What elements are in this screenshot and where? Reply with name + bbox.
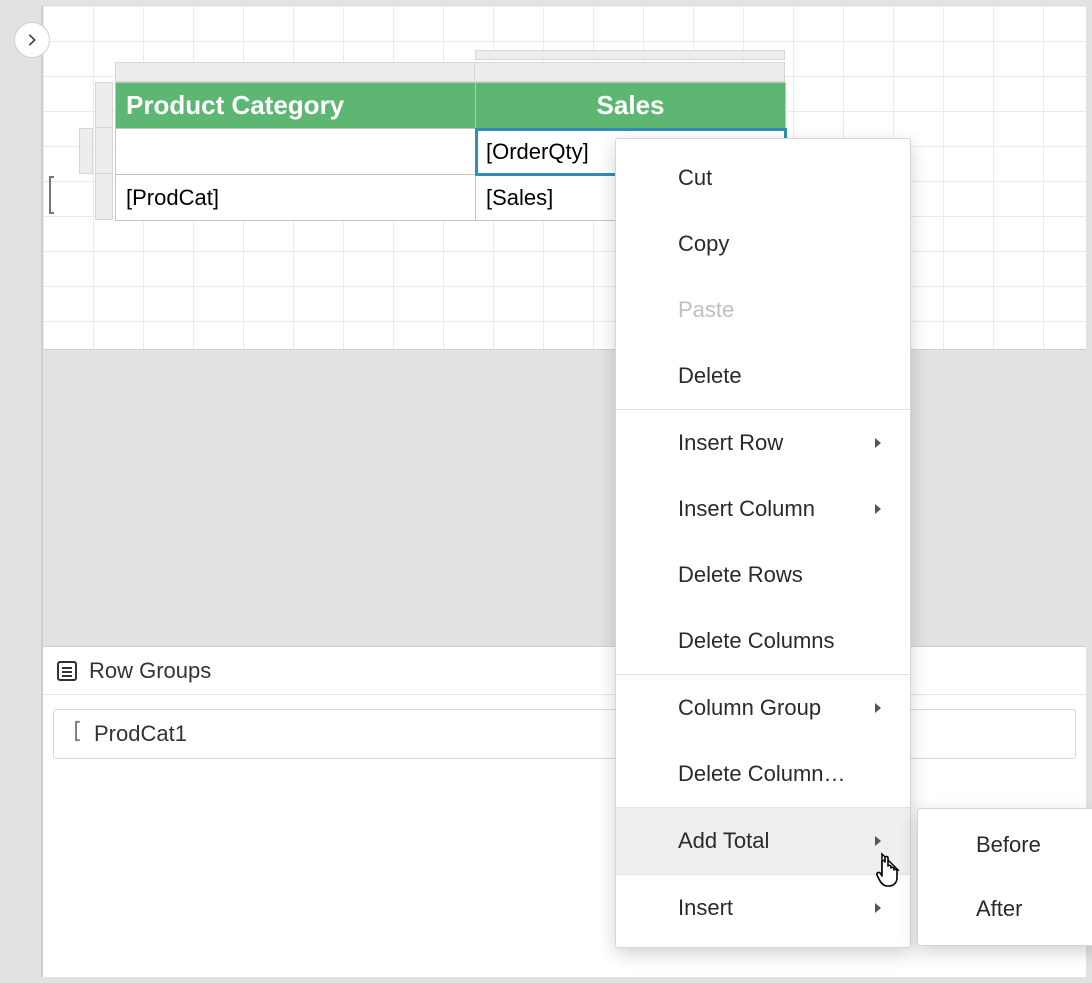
header-sales[interactable]: Sales	[476, 83, 786, 129]
menu-delete-rows[interactable]: Delete Rows	[616, 542, 910, 608]
row-groups-title: Row Groups	[89, 658, 211, 684]
row-group-bracket-icon	[45, 172, 57, 218]
submenu-arrow-icon	[872, 835, 884, 847]
add-total-submenu: Before After	[917, 808, 1092, 946]
design-canvas[interactable]: Product Category Sales [OrderQty] [ProdC…	[43, 6, 1086, 350]
submenu-arrow-icon	[872, 437, 884, 449]
group-bracket-icon	[72, 720, 82, 748]
column-group-handle[interactable]	[475, 50, 785, 60]
menu-column-group[interactable]: Column Group	[616, 675, 910, 741]
header-product-category[interactable]: Product Category	[116, 83, 476, 129]
submenu-after[interactable]: After	[918, 877, 1092, 941]
menu-add-total[interactable]: Add Total	[616, 808, 910, 874]
column-ruler[interactable]	[115, 62, 785, 82]
menu-insert-column[interactable]: Insert Column	[616, 476, 910, 542]
row-ruler[interactable]	[95, 82, 113, 220]
list-icon	[55, 659, 79, 683]
menu-delete-column-ellipsis[interactable]: Delete Column…	[616, 741, 910, 807]
canvas-padding	[43, 350, 1086, 646]
submenu-before[interactable]: Before	[918, 813, 1092, 877]
cell-blank[interactable]	[116, 129, 476, 175]
menu-delete-columns[interactable]: Delete Columns	[616, 608, 910, 674]
row-groups-header: Row Groups	[43, 647, 1086, 695]
submenu-arrow-icon	[872, 702, 884, 714]
panel-expand-button[interactable]	[14, 22, 50, 58]
app-frame: Product Category Sales [OrderQty] [ProdC…	[0, 0, 1092, 983]
context-menu: Cut Copy Paste Delete Insert Row Insert …	[615, 138, 911, 948]
menu-insert-row[interactable]: Insert Row	[616, 410, 910, 476]
cell-prodcat[interactable]: [ProdCat]	[116, 175, 476, 221]
menu-delete[interactable]: Delete	[616, 343, 910, 409]
row-groups-body: ProdCat1	[43, 695, 1086, 773]
chevron-right-icon	[25, 33, 39, 47]
row-group-handle[interactable]	[79, 128, 93, 174]
menu-cut[interactable]: Cut	[616, 145, 910, 211]
menu-insert[interactable]: Insert	[616, 875, 910, 941]
menu-paste: Paste	[616, 277, 910, 343]
menu-copy[interactable]: Copy	[616, 211, 910, 277]
submenu-arrow-icon	[872, 503, 884, 515]
submenu-arrow-icon	[872, 902, 884, 914]
row-group-label: ProdCat1	[94, 721, 187, 747]
main-area: Product Category Sales [OrderQty] [ProdC…	[42, 6, 1086, 977]
left-gutter	[6, 6, 42, 977]
row-group-item[interactable]: ProdCat1	[53, 709, 1076, 759]
